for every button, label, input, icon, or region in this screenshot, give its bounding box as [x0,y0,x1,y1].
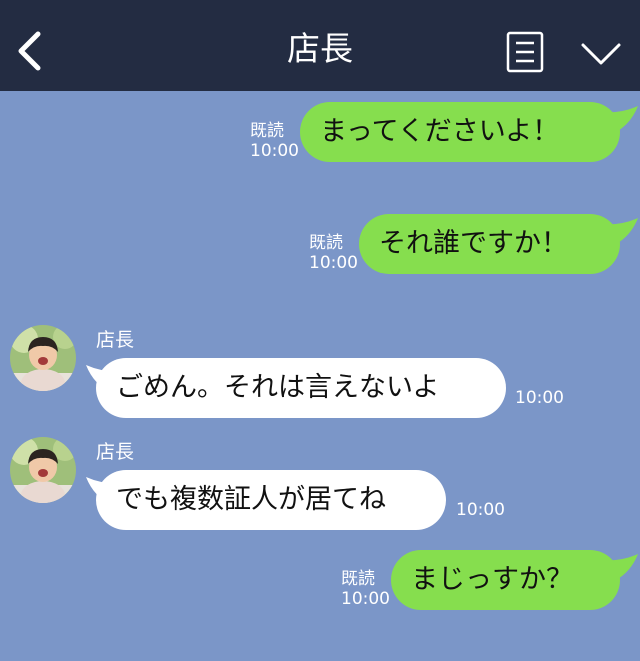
chat-title: 店長 [287,29,353,68]
message-row: 店長 ごめん。それは言えないよ 10:00 [0,323,640,423]
message-row: 既読 10:00 まじっすか？ [0,548,640,612]
menu-list-icon[interactable] [506,31,544,73]
outgoing-message-bubble[interactable]: まってくださいよ！ [300,102,620,162]
chevron-down-icon[interactable] [580,41,622,67]
sender-avatar[interactable] [10,325,76,391]
avatar-photo-icon [10,325,76,391]
message-time: 10:00 [456,500,505,520]
message-time: 10:00 [250,141,299,161]
sender-avatar[interactable] [10,437,76,503]
message-row: 店長 でも複数証人が居てね 10:00 [0,435,640,535]
outgoing-message-bubble[interactable]: まじっすか？ [391,550,620,610]
avatar-photo-icon [10,437,76,503]
outgoing-message-bubble[interactable]: それ誰ですか！ [359,214,620,274]
message-time: 10:00 [515,388,564,408]
sender-name: 店長 [96,329,135,351]
message-time: 10:00 [309,253,358,273]
back-chevron-icon[interactable] [14,30,48,72]
read-label: 既読 [250,121,284,141]
message-row: 既読 10:00 それ誰ですか！ [0,212,640,276]
sender-name: 店長 [96,441,135,463]
incoming-message-bubble[interactable]: ごめん。それは言えないよ [96,358,506,418]
message-time: 10:00 [341,589,390,609]
read-label: 既読 [341,569,375,589]
chat-header: 店長 [0,0,640,91]
read-receipt: 既読 10:00 [309,233,358,273]
read-receipt: 既読 10:00 [341,569,390,609]
message-row: 既読 10:00 まってくださいよ！ [0,100,640,164]
incoming-message-bubble[interactable]: でも複数証人が居てね [96,470,446,530]
read-receipt: 既読 10:00 [250,121,299,161]
read-label: 既読 [309,233,343,253]
